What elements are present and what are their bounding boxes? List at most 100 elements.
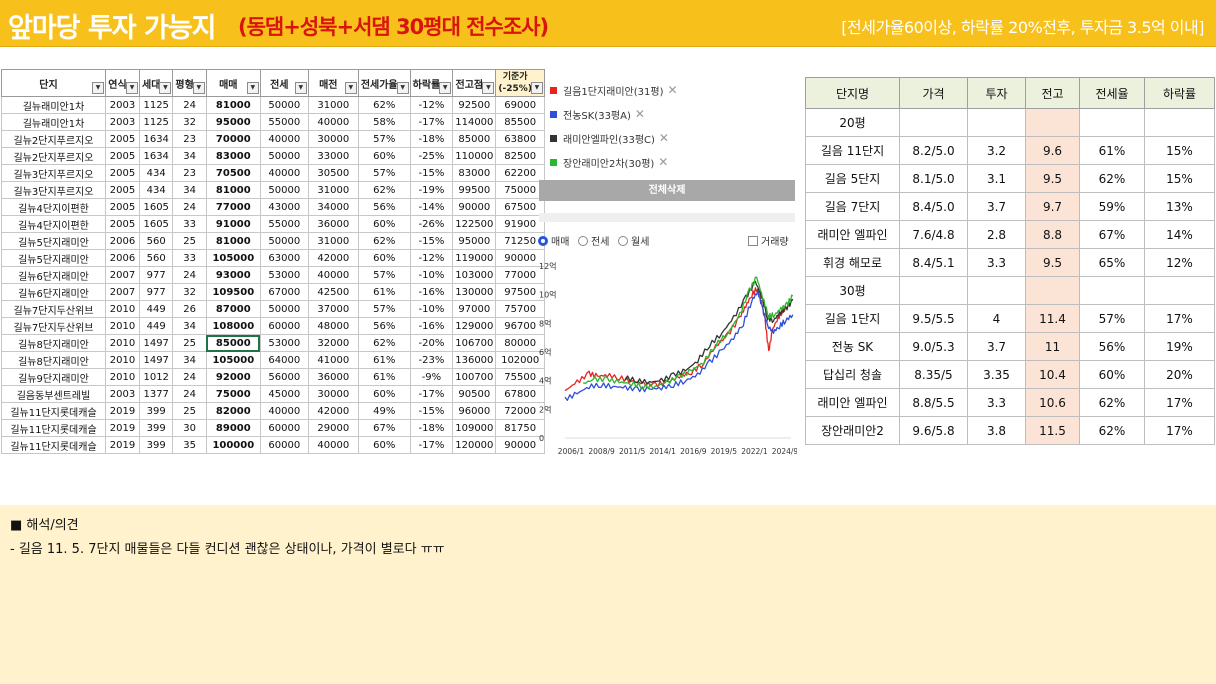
- sheet-cell[interactable]: 길뉴11단지롯데캐슬: [1, 419, 106, 437]
- sheet-cell[interactable]: 1377: [138, 385, 174, 403]
- sheet-cell[interactable]: -18%: [409, 419, 454, 437]
- sheet-cell[interactable]: 81000: [205, 181, 261, 199]
- sheet-cell[interactable]: 길뉴4단지이편한: [1, 215, 106, 233]
- sheet-cell[interactable]: -15%: [409, 164, 454, 182]
- filter-dropdown-icon[interactable]: ▼: [126, 82, 138, 94]
- sheet-cell[interactable]: 35: [172, 436, 207, 454]
- sheet-cell[interactable]: 57%: [357, 266, 411, 284]
- sheet-cell[interactable]: 42000: [307, 402, 359, 420]
- sheet-cell[interactable]: 62%: [357, 232, 411, 250]
- sheet-cell[interactable]: 75000: [495, 181, 545, 199]
- sheet-cell[interactable]: 길뉴래미안1차: [1, 113, 106, 131]
- sheet-cell[interactable]: 434: [138, 181, 174, 199]
- sheet-cell[interactable]: 2005: [105, 215, 140, 233]
- sheet-cell[interactable]: 2006: [105, 249, 140, 267]
- sheet-cell[interactable]: 53000: [259, 334, 309, 352]
- sheet-cell[interactable]: 114000: [452, 113, 497, 131]
- sheet-cell[interactable]: 37000: [307, 300, 359, 318]
- sheet-cell[interactable]: 69000: [495, 96, 545, 114]
- filter-dropdown-icon[interactable]: ▼: [192, 82, 205, 94]
- sheet-cell[interactable]: -10%: [409, 266, 454, 284]
- sheet-cell[interactable]: 2003: [105, 385, 140, 403]
- sheet-cell[interactable]: 91000: [205, 215, 261, 233]
- sheet-cell[interactable]: 2007: [105, 283, 140, 301]
- sheet-cell[interactable]: 40000: [259, 164, 309, 182]
- sheet-cell[interactable]: -10%: [409, 300, 454, 318]
- sheet-cell[interactable]: -20%: [409, 334, 454, 352]
- sheet-cell[interactable]: 977: [138, 283, 174, 301]
- sheet-cell[interactable]: 1497: [138, 351, 174, 369]
- sheet-cell[interactable]: 34: [172, 351, 207, 369]
- filter-dropdown-icon[interactable]: ▼: [294, 82, 307, 94]
- sheet-cell[interactable]: 53000: [259, 266, 309, 284]
- sheet-cell[interactable]: 122500: [452, 215, 497, 233]
- sheet-cell[interactable]: 33000: [307, 147, 359, 165]
- filter-dropdown-icon[interactable]: ▼: [246, 82, 259, 94]
- sheet-cell[interactable]: 길뉴11단지롯데캐슬: [1, 402, 106, 420]
- sheet-cell[interactable]: 길뉴6단지래미안: [1, 283, 106, 301]
- sheet-cell[interactable]: 105000: [205, 351, 261, 369]
- sheet-cell[interactable]: 93000: [205, 266, 261, 284]
- radio-trade[interactable]: 매매: [538, 233, 569, 248]
- sheet-cell[interactable]: 24: [172, 368, 207, 386]
- sheet-cell[interactable]: 2010: [105, 317, 140, 335]
- sheet-cell[interactable]: 2019: [105, 436, 140, 454]
- sheet-cell[interactable]: 100700: [452, 368, 497, 386]
- sheet-cell[interactable]: 32: [172, 283, 207, 301]
- sheet-cell[interactable]: 92000: [205, 368, 261, 386]
- sheet-cell[interactable]: 42000: [307, 249, 359, 267]
- sheet-cell[interactable]: 25: [172, 232, 207, 250]
- sheet-cell[interactable]: 82500: [495, 147, 545, 165]
- sheet-cell[interactable]: -25%: [409, 147, 454, 165]
- sheet-cell[interactable]: 2003: [105, 113, 140, 131]
- sheet-cell[interactable]: 32: [172, 113, 207, 131]
- sheet-cell[interactable]: 1634: [138, 147, 174, 165]
- sheet-cell[interactable]: 61%: [357, 283, 411, 301]
- sheet-cell[interactable]: -18%: [409, 130, 454, 148]
- sheet-cell[interactable]: 57%: [357, 164, 411, 182]
- sheet-cell[interactable]: 길뉴9단지래미안: [1, 368, 106, 386]
- sheet-cell[interactable]: -17%: [409, 113, 454, 131]
- sheet-cell[interactable]: 49%: [357, 402, 411, 420]
- sheet-cell[interactable]: 길뉴래미안1차: [1, 96, 106, 114]
- sheet-cell[interactable]: 34000: [307, 198, 359, 216]
- filter-dropdown-icon[interactable]: ▼: [159, 82, 172, 94]
- radio-wolse[interactable]: 월세: [618, 233, 649, 248]
- sheet-cell[interactable]: 50000: [259, 181, 309, 199]
- filter-dropdown-icon[interactable]: ▼: [439, 82, 452, 94]
- sheet-cell[interactable]: 2019: [105, 402, 140, 420]
- sheet-cell[interactable]: 1605: [138, 215, 174, 233]
- sheet-cell[interactable]: 60%: [357, 147, 411, 165]
- sheet-cell[interactable]: 길뉴7단지두산위브: [1, 317, 106, 335]
- sheet-cell[interactable]: -15%: [409, 232, 454, 250]
- sheet-cell[interactable]: 61%: [357, 368, 411, 386]
- sheet-cell[interactable]: 2010: [105, 300, 140, 318]
- sheet-cell[interactable]: 75000: [205, 385, 261, 403]
- sheet-cell[interactable]: -15%: [409, 402, 454, 420]
- filter-dropdown-icon[interactable]: ▼: [344, 82, 357, 94]
- sheet-cell[interactable]: 1012: [138, 368, 174, 386]
- sheet-cell[interactable]: 2010: [105, 351, 140, 369]
- sheet-cell[interactable]: 62%: [357, 96, 411, 114]
- sheet-cell[interactable]: 50000: [259, 232, 309, 250]
- sheet-cell[interactable]: 1125: [138, 96, 174, 114]
- sheet-cell[interactable]: 2005: [105, 147, 140, 165]
- volume-checkbox-box[interactable]: [748, 235, 758, 246]
- sheet-cell[interactable]: 81000: [205, 232, 261, 250]
- sheet-cell[interactable]: 길뉴8단지래미안: [1, 351, 106, 369]
- sheet-cell[interactable]: 30500: [307, 164, 359, 182]
- sheet-cell[interactable]: 97000: [452, 300, 497, 318]
- sheet-cell[interactable]: 33: [172, 249, 207, 267]
- sheet-cell[interactable]: 110000: [452, 147, 497, 165]
- sheet-cell[interactable]: 109000: [452, 419, 497, 437]
- filter-dropdown-icon[interactable]: ▼: [396, 82, 409, 94]
- sheet-cell[interactable]: 41000: [307, 351, 359, 369]
- sheet-cell[interactable]: 89000: [205, 419, 261, 437]
- sheet-cell[interactable]: -14%: [409, 198, 454, 216]
- sheet-cell[interactable]: 길뉴6단지래미안: [1, 266, 106, 284]
- sheet-cell[interactable]: 560: [138, 249, 174, 267]
- sheet-cell[interactable]: 56%: [357, 317, 411, 335]
- sheet-cell[interactable]: 449: [138, 300, 174, 318]
- sheet-cell[interactable]: 61%: [357, 351, 411, 369]
- sheet-cell[interactable]: 70500: [205, 164, 261, 182]
